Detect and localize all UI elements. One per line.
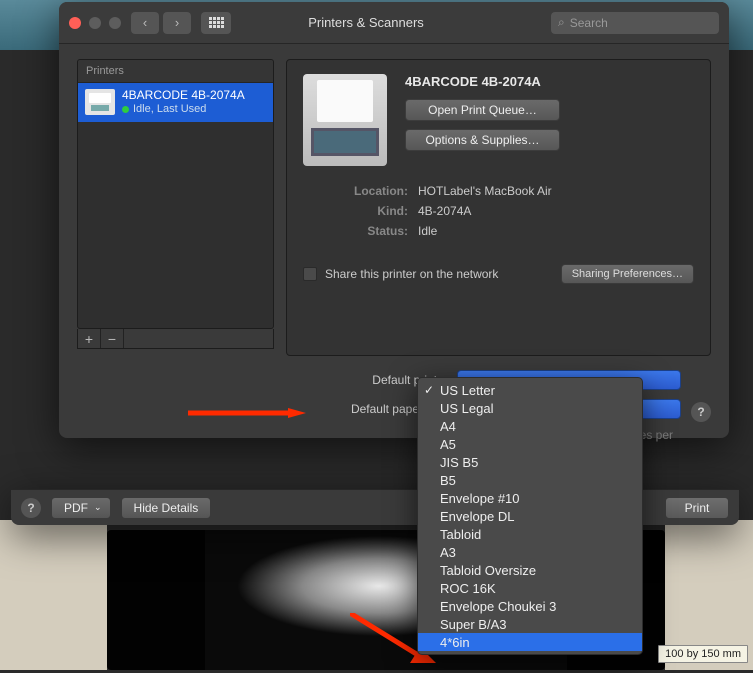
status-dot-icon bbox=[122, 106, 129, 113]
hide-details-button[interactable]: Hide Details bbox=[121, 497, 212, 519]
printer-detail-panel: 4BARCODE 4B-2074A Open Print Queue… Opti… bbox=[286, 59, 711, 356]
desktop-background-left bbox=[0, 520, 107, 670]
paper-size-option[interactable]: Tabloid bbox=[418, 525, 642, 543]
back-button[interactable]: ‹ bbox=[131, 12, 159, 34]
paper-size-option[interactable]: A4 bbox=[418, 417, 642, 435]
options-supplies-button[interactable]: Options & Supplies… bbox=[405, 129, 560, 151]
size-tooltip: 100 by 150 mm bbox=[658, 645, 748, 663]
search-icon: ⌕ bbox=[558, 15, 565, 30]
print-button[interactable]: Print bbox=[665, 497, 729, 519]
chevron-left-icon: ‹ bbox=[143, 15, 147, 30]
status-label: Status: bbox=[303, 224, 418, 238]
titlebar: ‹ › Printers & Scanners ⌕ bbox=[59, 2, 729, 44]
kind-value: 4B-2074A bbox=[418, 204, 471, 218]
paper-size-option[interactable]: ROC 16K bbox=[418, 579, 642, 597]
printer-detail-name: 4BARCODE 4B-2074A bbox=[405, 74, 694, 89]
printers-list-header: Printers bbox=[78, 60, 273, 83]
paper-size-option[interactable]: B5 bbox=[418, 471, 642, 489]
paper-size-option[interactable]: JIS B5 bbox=[418, 453, 642, 471]
printer-row[interactable]: 4BARCODE 4B-2074A Idle, Last Used bbox=[78, 83, 273, 122]
sharing-preferences-button[interactable]: Sharing Preferences… bbox=[561, 264, 694, 284]
search-input[interactable] bbox=[570, 16, 725, 30]
print-help-button[interactable]: ? bbox=[21, 498, 41, 518]
window-title: Printers & Scanners bbox=[181, 15, 551, 30]
paper-size-option[interactable]: A5 bbox=[418, 435, 642, 453]
printers-list-buttons: + − bbox=[77, 329, 274, 349]
paper-size-option[interactable]: Tabloid Oversize bbox=[418, 561, 642, 579]
close-window-button[interactable] bbox=[69, 17, 81, 29]
printer-large-icon bbox=[303, 74, 387, 166]
open-print-queue-button[interactable]: Open Print Queue… bbox=[405, 99, 560, 121]
paper-size-option[interactable]: 4*6in bbox=[418, 633, 642, 651]
help-button[interactable]: ? bbox=[691, 402, 711, 422]
printer-icon bbox=[85, 89, 115, 115]
add-printer-button[interactable]: + bbox=[78, 329, 101, 348]
printer-name: 4BARCODE 4B-2074A bbox=[122, 88, 245, 103]
paper-size-option[interactable]: Envelope #10 bbox=[418, 489, 642, 507]
chevron-down-icon: ⌄ bbox=[94, 502, 102, 513]
location-label: Location: bbox=[303, 184, 418, 198]
kind-label: Kind: bbox=[303, 204, 418, 218]
search-field-wrap[interactable]: ⌕ bbox=[551, 12, 719, 34]
pdf-dropdown-button[interactable]: PDF ⌄ bbox=[51, 497, 111, 519]
status-value: Idle bbox=[418, 224, 437, 238]
paper-size-option[interactable]: Super B/A3 bbox=[418, 615, 642, 633]
paper-size-option[interactable]: Envelope DL bbox=[418, 507, 642, 525]
printer-status: Idle, Last Used bbox=[122, 103, 245, 117]
paper-size-option[interactable]: US Legal bbox=[418, 399, 642, 417]
share-printer-label: Share this printer on the network bbox=[325, 267, 553, 281]
minimize-window-button[interactable] bbox=[89, 17, 101, 29]
zoom-window-button[interactable] bbox=[109, 17, 121, 29]
paper-size-option[interactable]: US Letter bbox=[418, 381, 642, 399]
printers-list: Printers 4BARCODE 4B-2074A Idle, Last Us… bbox=[77, 59, 274, 329]
chevron-right-icon: › bbox=[175, 15, 179, 30]
location-value: HOTLabel's MacBook Air bbox=[418, 184, 552, 198]
remove-printer-button[interactable]: − bbox=[101, 329, 124, 348]
paper-size-menu[interactable]: US LetterUS LegalA4A5JIS B5B5Envelope #1… bbox=[417, 377, 643, 655]
printers-sidebar: Printers 4BARCODE 4B-2074A Idle, Last Us… bbox=[77, 59, 274, 451]
paper-size-option[interactable]: A3 bbox=[418, 543, 642, 561]
system-preferences-window: ‹ › Printers & Scanners ⌕ Printers 4BARC… bbox=[59, 2, 729, 438]
window-controls bbox=[69, 17, 121, 29]
share-printer-checkbox[interactable] bbox=[303, 267, 317, 281]
paper-size-option[interactable]: Envelope Choukei 3 bbox=[418, 597, 642, 615]
